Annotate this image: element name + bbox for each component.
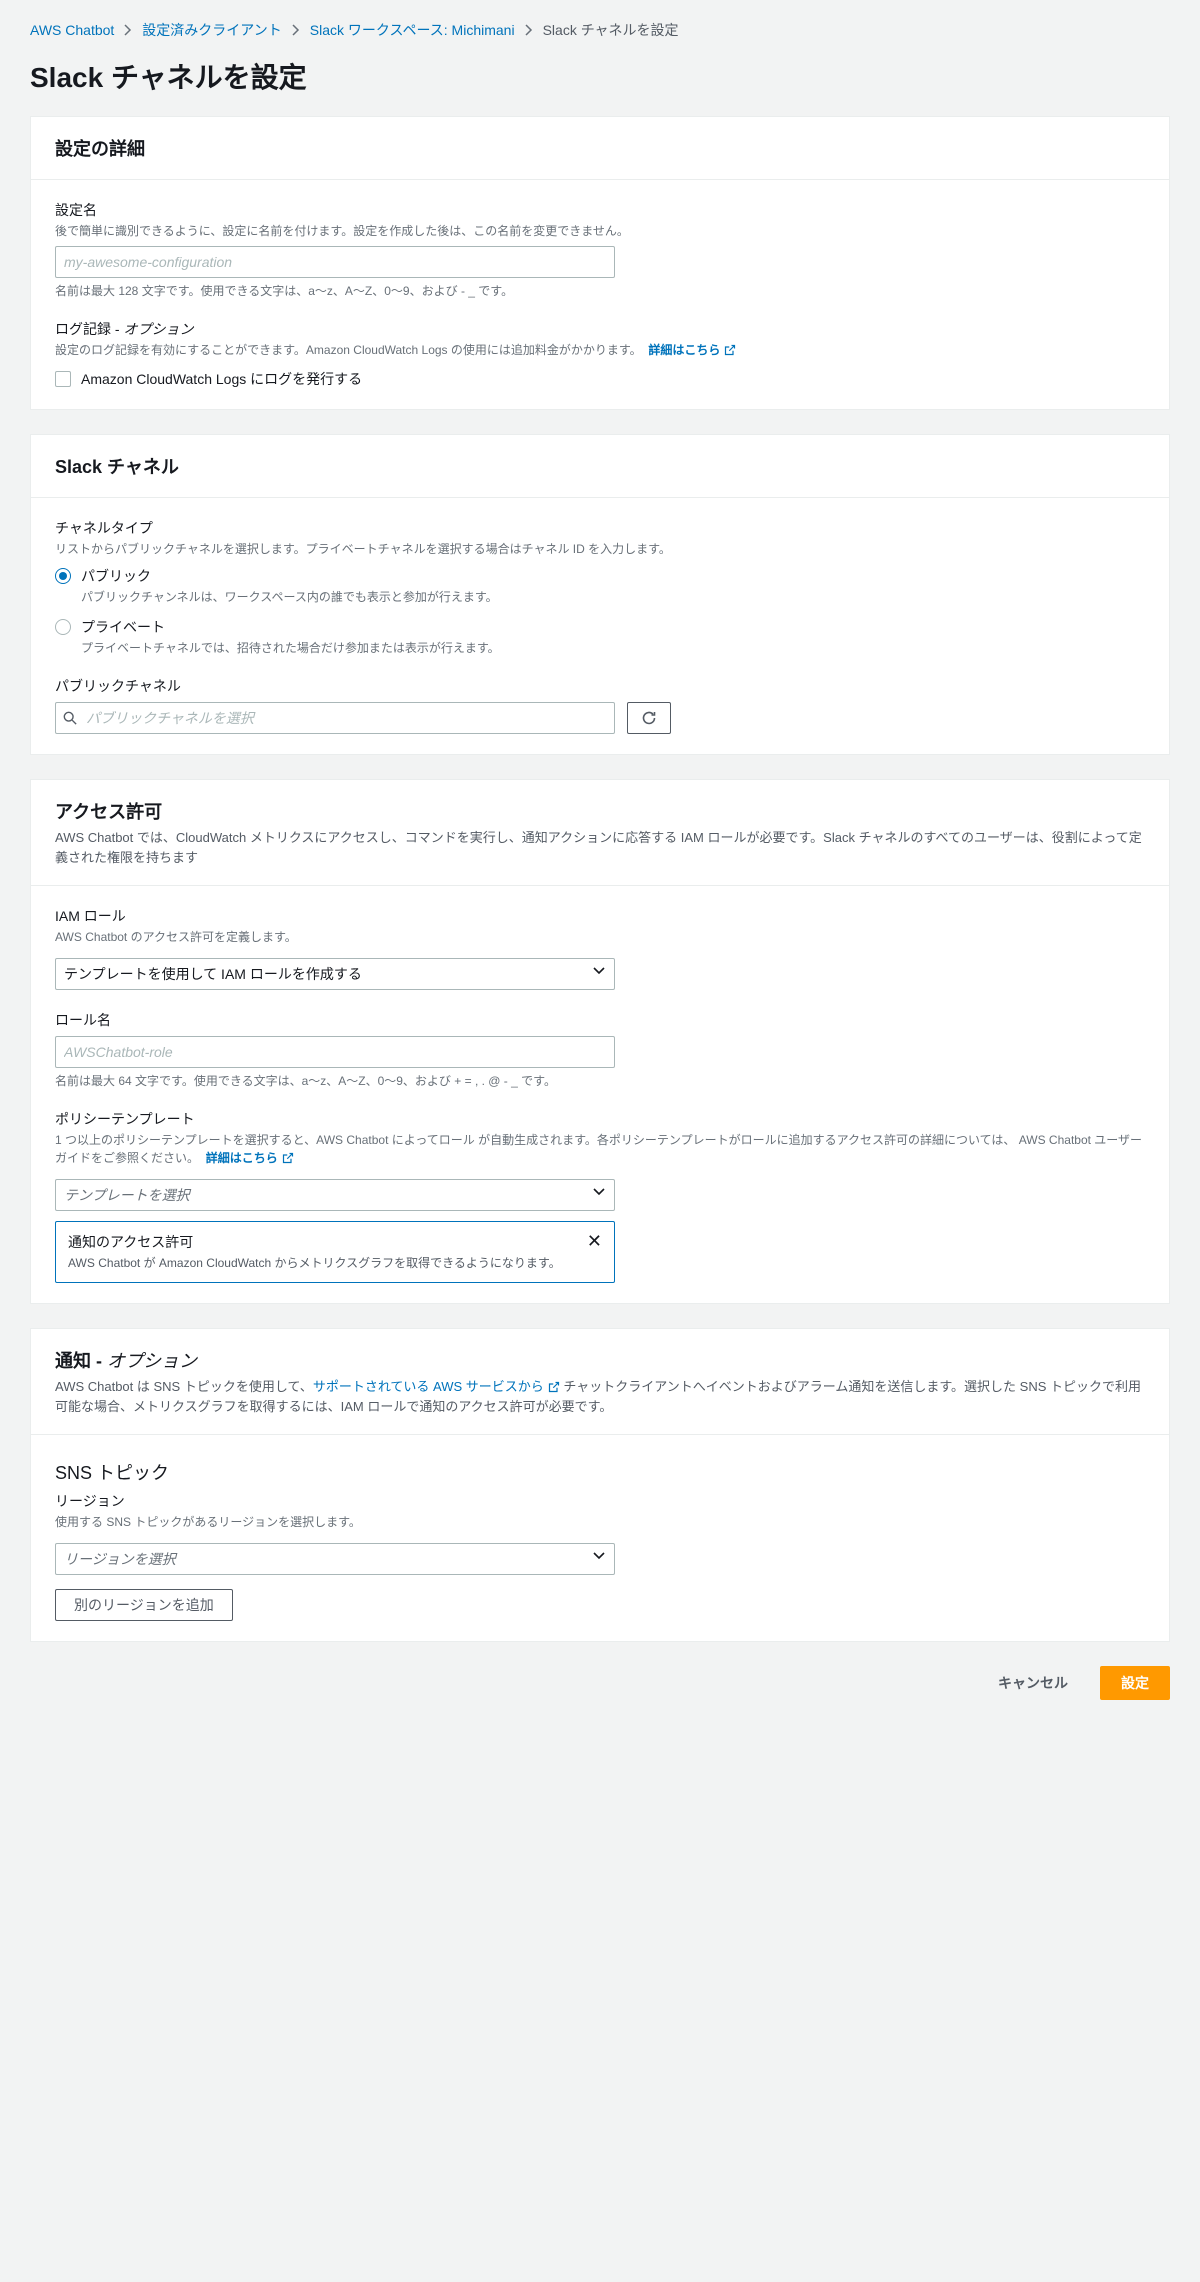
panel-permissions: アクセス許可 AWS Chatbot では、CloudWatch メトリクスにア… bbox=[30, 779, 1170, 1304]
policy-tag-notification-permission: 通知のアクセス許可 AWS Chatbot が Amazon CloudWatc… bbox=[55, 1221, 615, 1283]
search-icon bbox=[63, 711, 77, 725]
add-region-button[interactable]: 別のリージョンを追加 bbox=[55, 1589, 233, 1621]
config-name-input[interactable] bbox=[55, 246, 615, 278]
role-name-label: ロール名 bbox=[55, 1010, 1145, 1030]
config-name-label: 設定名 bbox=[55, 200, 1145, 220]
role-name-help: 名前は最大 64 文字です。使用できる文字は、a〜z、A〜Z、0〜9、および +… bbox=[55, 1072, 1145, 1089]
public-channel-label: パブリックチャネル bbox=[55, 676, 1145, 696]
config-name-hint: 後で簡単に識別できるように、設定に名前を付けます。設定を作成した後は、この名前を… bbox=[55, 222, 1145, 240]
cloudwatch-logs-label: Amazon CloudWatch Logs にログを発行する bbox=[81, 369, 362, 389]
refresh-button[interactable] bbox=[627, 702, 671, 734]
chevron-right-icon bbox=[525, 24, 533, 36]
radio-public-label: パブリック bbox=[81, 566, 498, 586]
radio-public-hint: パブリックチャンネルは、ワークスペース内の誰でも表示と参加が行えます。 bbox=[81, 588, 498, 605]
cloudwatch-logs-checkbox[interactable] bbox=[55, 371, 71, 387]
close-icon[interactable]: ✕ bbox=[587, 1232, 602, 1250]
radio-private[interactable] bbox=[55, 619, 71, 635]
panel-notifications-desc: AWS Chatbot は SNS トピックを使用して、サポートされている AW… bbox=[55, 1377, 1145, 1416]
supported-services-link[interactable]: サポートされている AWS サービスから bbox=[313, 1379, 560, 1394]
logging-learn-more-link[interactable]: 詳細はこちら bbox=[648, 343, 736, 357]
region-label: リージョン bbox=[55, 1491, 1145, 1511]
chevron-right-icon bbox=[292, 24, 300, 36]
panel-permissions-desc: AWS Chatbot では、CloudWatch メトリクスにアクセスし、コマ… bbox=[55, 828, 1145, 867]
footer-actions: キャンセル 設定 bbox=[30, 1666, 1170, 1700]
public-channel-search[interactable] bbox=[55, 702, 615, 734]
policy-tag-title: 通知のアクセス許可 bbox=[68, 1232, 575, 1252]
role-name-input[interactable] bbox=[55, 1036, 615, 1068]
region-hint: 使用する SNS トピックがあるリージョンを選択します。 bbox=[55, 1513, 1145, 1531]
policy-learn-more-link[interactable]: 詳細はこちら bbox=[206, 1151, 294, 1165]
region-select[interactable]: リージョンを選択 bbox=[55, 1543, 615, 1575]
panel-slack-title: Slack チャネル bbox=[55, 453, 1145, 479]
iam-role-label: IAM ロール bbox=[55, 906, 1145, 926]
logging-label: ログ記録 - オプション bbox=[55, 319, 1145, 339]
radio-public[interactable] bbox=[55, 568, 71, 584]
cancel-button[interactable]: キャンセル bbox=[978, 1666, 1088, 1700]
breadcrumb: AWS Chatbot 設定済みクライアント Slack ワークスペース: Mi… bbox=[30, 20, 1170, 40]
breadcrumb-link-workspace[interactable]: Slack ワークスペース: Michimani bbox=[310, 20, 515, 40]
channel-type-hint: リストからパブリックチャネルを選択します。プライベートチャネルを選択する場合はチ… bbox=[55, 540, 1145, 558]
external-link-icon bbox=[282, 1152, 294, 1164]
iam-role-select[interactable]: テンプレートを使用して IAM ロールを作成する bbox=[55, 958, 615, 990]
panel-notifications: 通知 - オプション AWS Chatbot は SNS トピックを使用して、サ… bbox=[30, 1328, 1170, 1642]
panel-details-title: 設定の詳細 bbox=[55, 135, 1145, 161]
logging-hint: 設定のログ記録を有効にすることができます。Amazon CloudWatch L… bbox=[55, 341, 1145, 359]
panel-permissions-title: アクセス許可 bbox=[55, 798, 1145, 824]
config-name-help: 名前は最大 128 文字です。使用できる文字は、a〜z、A〜Z、0〜9、および … bbox=[55, 282, 1145, 299]
sns-topic-title: SNS トピック bbox=[55, 1459, 1145, 1485]
radio-private-hint: プライベートチャネルでは、招待された場合だけ参加または表示が行えます。 bbox=[81, 639, 500, 656]
panel-details: 設定の詳細 設定名 後で簡単に識別できるように、設定に名前を付けます。設定を作成… bbox=[30, 116, 1170, 410]
iam-role-hint: AWS Chatbot のアクセス許可を定義します。 bbox=[55, 928, 1145, 946]
policy-template-label: ポリシーテンプレート bbox=[55, 1109, 1145, 1129]
page-title: Slack チャネルを設定 bbox=[30, 56, 1170, 96]
radio-private-label: プライベート bbox=[81, 617, 500, 637]
panel-slack-channel: Slack チャネル チャネルタイプ リストからパブリックチャネルを選択します。… bbox=[30, 434, 1170, 755]
policy-template-hint: 1 つ以上のポリシーテンプレートを選択すると、AWS Chatbot によってロ… bbox=[55, 1131, 1145, 1167]
breadcrumb-current: Slack チャネルを設定 bbox=[543, 20, 679, 40]
breadcrumb-link-clients[interactable]: 設定済みクライアント bbox=[142, 20, 281, 40]
chevron-right-icon bbox=[124, 24, 132, 36]
submit-button[interactable]: 設定 bbox=[1100, 1666, 1170, 1700]
panel-notifications-title: 通知 - オプション bbox=[55, 1347, 1145, 1373]
policy-tag-desc: AWS Chatbot が Amazon CloudWatch からメトリクスグ… bbox=[68, 1254, 575, 1272]
external-link-icon bbox=[724, 344, 736, 356]
breadcrumb-link-chatbot[interactable]: AWS Chatbot bbox=[30, 22, 114, 38]
channel-type-label: チャネルタイプ bbox=[55, 518, 1145, 538]
policy-template-select[interactable]: テンプレートを選択 bbox=[55, 1179, 615, 1211]
external-link-icon bbox=[548, 1381, 560, 1393]
refresh-icon bbox=[641, 710, 657, 726]
